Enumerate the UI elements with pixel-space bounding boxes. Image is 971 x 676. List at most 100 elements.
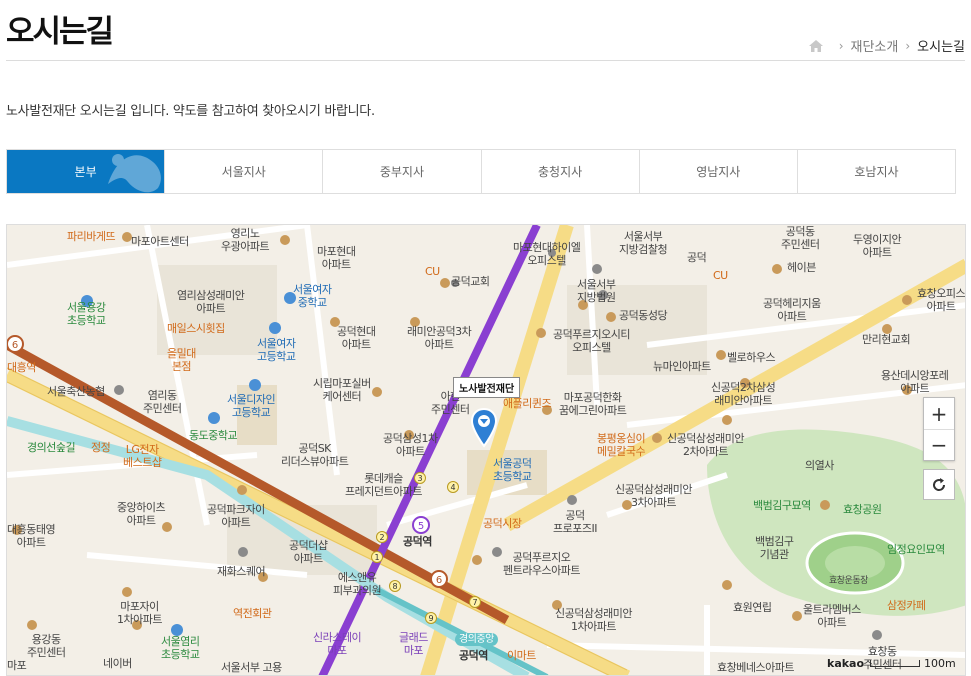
map-label: 네이버: [103, 657, 132, 670]
svg-text:5: 5: [418, 521, 424, 532]
map-label: 공덕 프로포즈II: [553, 509, 597, 535]
map-label: 마포현대하이엘 오피스텔: [513, 241, 581, 267]
map-label: 역전회관: [233, 607, 272, 620]
map-label: 공덕시장: [483, 517, 522, 530]
svg-text:2: 2: [379, 533, 384, 542]
map-label: 서울여자 고등학교: [257, 337, 296, 363]
map-label: 매일스시횟집: [167, 322, 225, 335]
tab-honam[interactable]: 호남지사: [797, 150, 956, 193]
intro-text: 노사발전재단 오시는길 입니다. 약도를 참고하여 찾아오시기 바랍니다.: [6, 104, 375, 119]
map-label: 서울디자인 고등학교: [227, 393, 276, 419]
map-label: 두영이지안 아파트: [853, 233, 902, 259]
map-label: 대흥역: [7, 361, 36, 374]
map-label: 이마트: [507, 649, 536, 662]
map-label: 공덕역: [459, 649, 488, 662]
tab-jungbu[interactable]: 중부지사: [323, 150, 482, 193]
refresh-icon: [933, 477, 946, 491]
svg-text:8: 8: [392, 582, 397, 591]
map-label: 공덕현대 아파트: [337, 325, 376, 351]
map-label: 공덕푸르지오시티 오피스텔: [553, 328, 630, 354]
map-label: 염리삼성래미안 아파트: [177, 289, 245, 315]
map-label: 공덕SK 리더스뷰아파트: [281, 442, 349, 468]
map-label: 용산데시앙포레 아파트: [881, 369, 949, 395]
location-map[interactable]: 6 5 6 3 4 2 1 8 9 7 파리바게뜨 마포아트센터 영리노 우광아…: [6, 224, 966, 676]
map-label: CU: [713, 269, 728, 282]
tab-yeongnam[interactable]: 영남지사: [639, 150, 798, 193]
map-label: 울트라멤버스 아파트: [803, 603, 861, 629]
svg-text:4: 4: [450, 483, 455, 492]
map-label: 마포현대 아파트: [317, 245, 356, 271]
map-label: 염리동 주민센터: [143, 389, 182, 415]
home-icon[interactable]: [808, 39, 824, 53]
map-attribution: kakao 100m: [827, 657, 956, 670]
map-label: 신공덕삼성래미안 1차아파트: [555, 607, 632, 633]
map-label: 공덕동성당: [619, 309, 668, 322]
map-label: 신공덕2차삼성 래미안아파트: [711, 381, 776, 407]
breadcrumb-item-current: 오시는길: [917, 40, 965, 55]
map-label: 백범김구 기념관: [755, 535, 794, 561]
map-label: 중앙하이츠 아파트: [117, 501, 166, 527]
map-label: 뉴마인아파트: [653, 360, 711, 373]
map-label: 공덕삼성1차 아파트: [383, 432, 438, 458]
tab-decoration-icon: [108, 154, 162, 193]
map-label: 마포아트센터: [131, 235, 189, 248]
map-label: LG전자 베스트샵: [123, 443, 162, 469]
map-label: 만리현교회: [862, 333, 911, 346]
scale-bar: [870, 660, 921, 667]
chevron-right-icon: ›: [838, 38, 844, 53]
scale-label: 100m: [924, 657, 956, 670]
svg-text:7: 7: [472, 598, 477, 607]
map-label: 봉평옹심이 메밀칼국수: [597, 432, 646, 458]
breadcrumb: › 재단소개 › 오시는길: [808, 36, 965, 55]
map-label: 대흥동태영 아파트: [7, 523, 56, 549]
map-label: 경의중앙: [455, 633, 498, 646]
map-label: 효창베네스아파트: [717, 661, 794, 674]
map-label: 재화스퀘어: [217, 565, 266, 578]
chevron-right-icon: ›: [905, 38, 911, 53]
title-divider: [6, 60, 965, 61]
breadcrumb-item-foundation[interactable]: 재단소개: [851, 36, 899, 55]
svg-text:6: 6: [436, 575, 442, 586]
map-label: 공덕더샵 아파트: [289, 539, 328, 565]
map-label: 롯데캐슬 프레지던트아파트: [345, 472, 422, 498]
map-label: 서울서부 지방검찰청: [619, 230, 668, 256]
zoom-out-button[interactable]: −: [924, 429, 954, 460]
zoom-control: + −: [923, 397, 955, 461]
tab-chungcheong[interactable]: 충청지사: [481, 150, 640, 193]
map-label: 백범김구묘역: [753, 499, 811, 512]
svg-text:6: 6: [12, 340, 18, 351]
map-label: 헤이븐: [787, 261, 816, 274]
tab-headquarters[interactable]: 본부: [7, 150, 166, 193]
kakao-logo: kakao: [827, 657, 865, 670]
map-label: 시립마포실버 케어센터: [313, 377, 371, 403]
map-label: 서울여자 중학교: [293, 283, 332, 309]
reset-view-button[interactable]: [923, 469, 955, 500]
map-label: 벨로하우스: [727, 351, 776, 364]
map-label: 글래드 마포: [399, 631, 428, 657]
location-pin-icon[interactable]: [471, 408, 497, 448]
map-label: CU: [425, 265, 440, 278]
svg-text:9: 9: [428, 614, 433, 623]
location-marker-label: 노사발전재단: [453, 377, 521, 398]
map-label: 래미안공덕3차 아파트: [407, 325, 472, 351]
map-label: 신라스테이 마포: [313, 631, 362, 657]
map-label: 공덕파크자이 아파트: [207, 503, 265, 529]
map-label: 서울축산농협: [47, 385, 105, 398]
map-label: 서울서부 지방법원: [577, 278, 616, 304]
tab-seoul[interactable]: 서울지사: [165, 150, 324, 193]
page-title: 오시는길: [6, 14, 114, 50]
map-label: 효창오피스 아파트: [917, 287, 966, 313]
map-label: 서울서부 고용: [221, 661, 282, 674]
map-label: 을밀대 본점: [167, 347, 196, 373]
map-label: 애플리퀸즈: [503, 397, 552, 410]
map-label: 효창공원: [843, 503, 882, 516]
map-label: 파리바게뜨: [67, 230, 116, 243]
zoom-in-button[interactable]: +: [924, 398, 954, 429]
map-label: 의열사: [805, 459, 834, 472]
map-label: 효창운동장: [829, 576, 868, 586]
map-label: 서울용강 초등학교: [67, 301, 106, 327]
map-label: 마포: [7, 659, 27, 672]
map-label: 정정: [91, 441, 111, 454]
map-label: 서울염리 초등학교: [161, 635, 200, 661]
map-label: 효원연립: [733, 601, 772, 614]
